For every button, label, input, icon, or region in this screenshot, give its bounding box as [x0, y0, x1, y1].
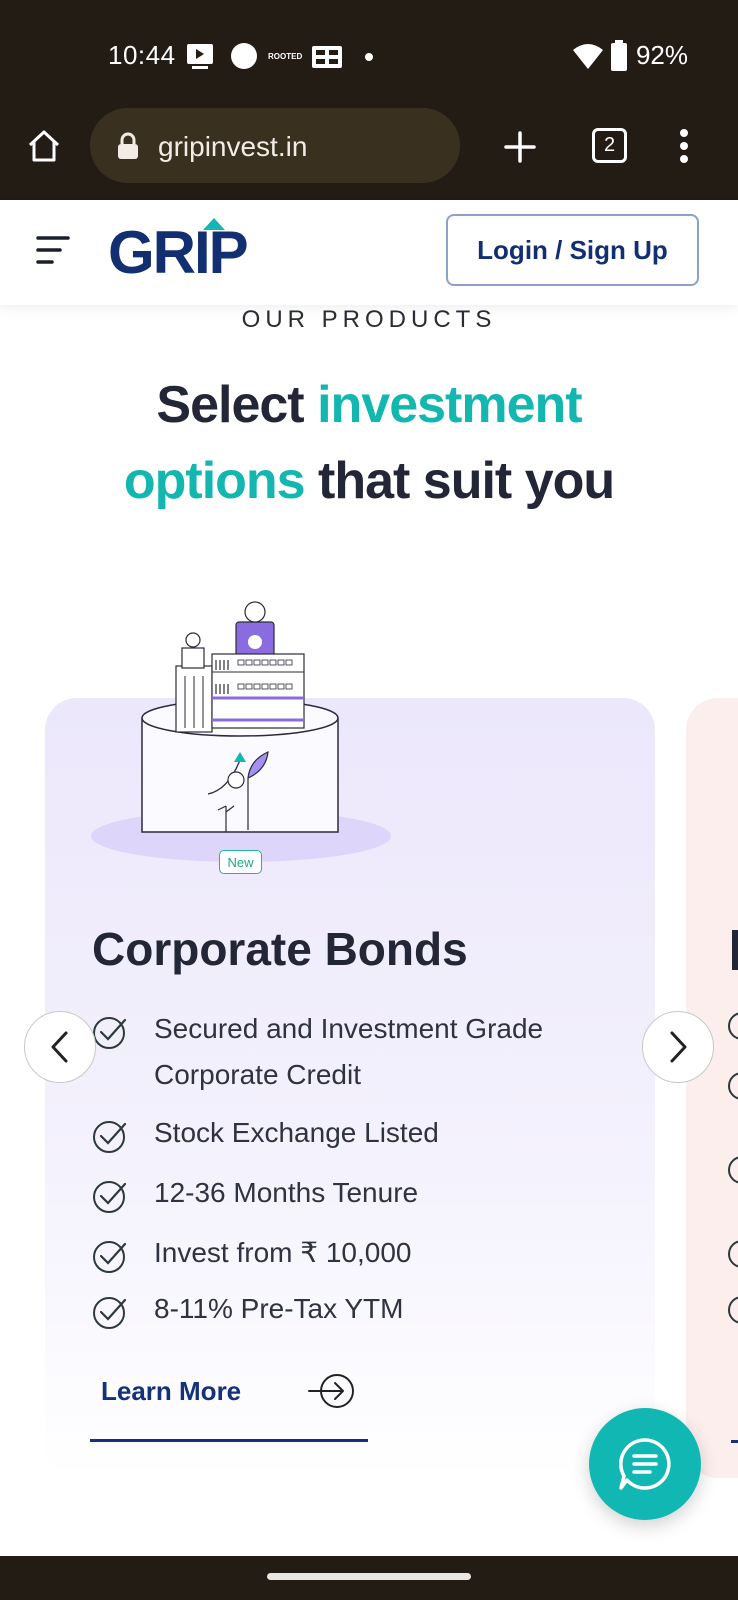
menu-icon[interactable]	[36, 234, 70, 266]
circle-icon	[231, 43, 257, 69]
battery-percent: 92%	[635, 40, 688, 70]
chat-bubble-icon	[619, 1438, 671, 1490]
chevron-right-icon	[670, 1031, 687, 1063]
feature-text: 8-11% Pre-Tax YTM	[154, 1293, 404, 1324]
home-icon[interactable]	[26, 128, 62, 164]
feature-item: 8-11% Pre-Tax YTM	[92, 1292, 403, 1332]
chevron-left-icon	[51, 1031, 68, 1063]
feature-item: 12-36 Months Tenure	[92, 1176, 418, 1216]
check-circle-icon	[93, 1121, 127, 1153]
tab-count: 2	[603, 134, 616, 156]
carousel-prev-button[interactable]	[24, 1011, 96, 1083]
feature-text: 12-36 Months Tenure	[154, 1177, 419, 1208]
feature-text: Invest from ₹ 10,000	[154, 1237, 412, 1268]
feature-text: Stock Exchange Listed	[154, 1117, 439, 1148]
login-signup-button[interactable]: Login / Sign Up	[446, 214, 699, 286]
battery-icon	[611, 40, 627, 71]
headline-part-2: that suit you	[304, 452, 615, 510]
feature-text: Secured and Investment Grade Corporate C…	[154, 1013, 544, 1090]
rooted-badge-icon: ROOTED	[268, 46, 302, 68]
tabs-button[interactable]: 2	[592, 128, 627, 163]
feature-item: Invest from ₹ 10,000	[92, 1236, 412, 1276]
check-circle-icon	[93, 1297, 127, 1329]
check-circle-icon	[93, 1017, 127, 1049]
logo-text: GRIP	[108, 219, 249, 286]
check-circle-icon	[93, 1181, 127, 1213]
feature-item: Stock Exchange Listed	[92, 1116, 439, 1156]
wifi-icon	[573, 44, 603, 69]
check-circle-icon	[93, 1241, 127, 1273]
section-eyebrow: OUR PRODUCTS	[241, 306, 497, 333]
screen-cast-icon	[187, 44, 213, 69]
more-vert-icon[interactable]	[677, 128, 691, 164]
chat-button[interactable]	[589, 1408, 701, 1520]
home-gesture-handle[interactable]	[267, 1573, 471, 1580]
bonds-illustration	[91, 601, 391, 862]
card-title: Corporate Bonds	[92, 923, 468, 975]
status-time: 10:44	[108, 40, 176, 70]
learn-more-link[interactable]: Learn More	[101, 1376, 241, 1407]
headline-accent-2: options	[123, 452, 306, 510]
feature-item: Secured and Investment Grade Corporate C…	[92, 1012, 612, 1098]
section-headline: Select investment options that suit you	[60, 367, 678, 519]
logo-caret-icon	[203, 218, 225, 230]
next-card-title-fragment	[732, 930, 738, 970]
headline-part-1: Select	[156, 376, 318, 434]
carousel-next-button[interactable]	[642, 1011, 714, 1083]
learn-more-underline	[90, 1439, 368, 1442]
headline-accent-1: investment	[317, 376, 583, 434]
new-badge: New	[219, 850, 262, 874]
grid-app-icon	[312, 46, 342, 68]
grip-logo[interactable]: GRIP	[108, 218, 278, 286]
plus-icon[interactable]	[503, 130, 537, 164]
url-text[interactable]: gripinvest.in	[158, 131, 307, 163]
dot-icon	[365, 53, 373, 61]
lock-icon	[118, 132, 138, 159]
arrow-right-circle-icon[interactable]	[307, 1372, 355, 1410]
status-bar: 10:44 ROOTED 92%	[0, 0, 738, 110]
rooted-label: ROOTED	[268, 52, 303, 61]
next-card-underline-fragment	[731, 1440, 738, 1443]
